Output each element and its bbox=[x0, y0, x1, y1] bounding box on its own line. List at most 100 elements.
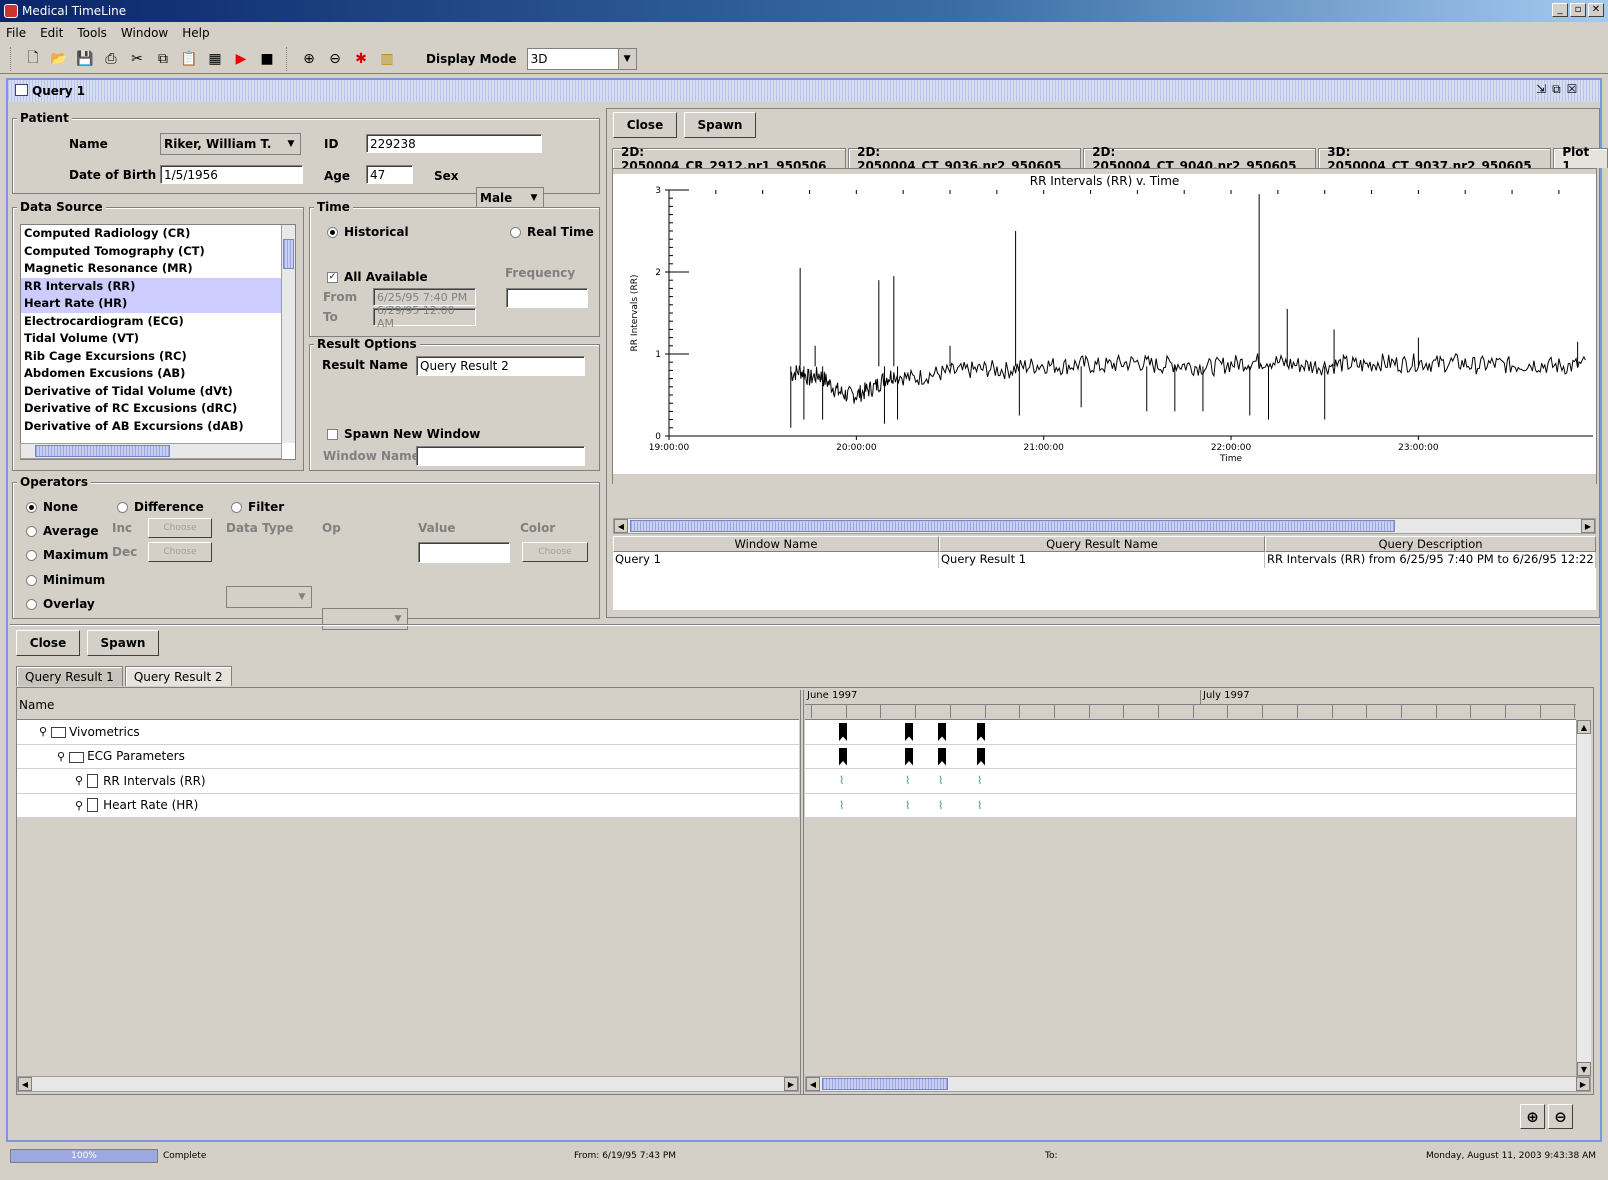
tree-hscrollbar[interactable]: ◀ ▶ bbox=[17, 1076, 799, 1092]
color-choose-button[interactable]: Choose bbox=[522, 542, 588, 562]
zoom-out-icon[interactable]: ⊖ bbox=[324, 48, 346, 70]
list-item[interactable]: Computed Tomography (CT) bbox=[21, 243, 295, 261]
close-window-button[interactable]: ✕ bbox=[1588, 3, 1604, 17]
menu-edit[interactable]: Edit bbox=[40, 26, 63, 40]
scroll-thumb[interactable] bbox=[822, 1078, 948, 1090]
bookmark-icon[interactable] bbox=[938, 723, 946, 741]
pin-icon[interactable]: ⚲ bbox=[57, 750, 65, 763]
chart-icon[interactable]: ▥ bbox=[376, 48, 398, 70]
stop-icon[interactable]: ■ bbox=[256, 48, 278, 70]
bookmark-icon[interactable] bbox=[905, 723, 913, 741]
restore-frame-icon[interactable]: ⧉ bbox=[1552, 82, 1561, 97]
list-item[interactable]: Rib Cage Excursions (RC) bbox=[21, 348, 295, 366]
data-source-hscrollbar[interactable] bbox=[20, 443, 282, 459]
list-item[interactable]: Electrocardiogram (ECG) bbox=[21, 313, 295, 331]
header-window-name[interactable]: Window Name bbox=[613, 536, 939, 552]
list-item[interactable]: Abdomen Excusions (AB) bbox=[21, 365, 295, 383]
maximum-radio[interactable]: Maximum bbox=[26, 548, 108, 562]
scroll-left-icon[interactable]: ◀ bbox=[806, 1077, 820, 1091]
timeline-vscrollbar[interactable]: ▲ ▼ bbox=[1576, 720, 1591, 1076]
scroll-thumb[interactable] bbox=[630, 520, 1395, 532]
close-frame-icon[interactable]: ☒ bbox=[1567, 82, 1578, 97]
signal-icon[interactable]: ⌇ bbox=[938, 773, 946, 789]
scroll-thumb[interactable] bbox=[283, 239, 294, 269]
age-field[interactable]: 47 bbox=[366, 165, 413, 184]
scroll-right-icon[interactable]: ▶ bbox=[1581, 519, 1595, 533]
calendar-icon[interactable]: ▦ bbox=[204, 48, 226, 70]
op-select[interactable]: ▼ bbox=[322, 608, 408, 630]
table-row[interactable]: Query 1 Query Result 1 RR Intervals (RR)… bbox=[613, 552, 1596, 568]
menu-help[interactable]: Help bbox=[182, 26, 209, 40]
patient-id-field[interactable]: 229238 bbox=[366, 134, 542, 153]
tab-view-3[interactable]: 2D: 2050004_CT_9040.nr2_950605 bbox=[1083, 145, 1317, 173]
scroll-down-icon[interactable]: ▼ bbox=[1577, 1062, 1591, 1076]
save-icon[interactable]: 💾 bbox=[74, 48, 96, 70]
list-item[interactable]: Derivative of RC Excusions (dRC) bbox=[21, 400, 295, 418]
scroll-thumb[interactable] bbox=[35, 445, 170, 457]
menu-window[interactable]: Window bbox=[121, 26, 168, 40]
tab-query-result-1[interactable]: Query Result 1 bbox=[16, 666, 123, 686]
result-name-field[interactable]: Query Result 2 bbox=[416, 356, 585, 376]
pin-icon[interactable]: ⚲ bbox=[75, 799, 83, 812]
average-radio[interactable]: Average bbox=[26, 524, 99, 538]
signal-icon[interactable]: ⌇ bbox=[977, 798, 985, 814]
bottom-close-button[interactable]: Close bbox=[16, 630, 80, 656]
window-name-field[interactable] bbox=[416, 446, 585, 466]
zoom-in-button[interactable]: ⊕ bbox=[1520, 1104, 1545, 1129]
tree-row-heart-rate[interactable]: ⚲ Heart Rate (HR) bbox=[17, 793, 799, 818]
list-item[interactable]: Derivative of AB Excursions (dAB) bbox=[21, 418, 295, 436]
tab-view-2[interactable]: 2D: 2050004_CT_9036.nr2_950605 bbox=[848, 145, 1082, 173]
signal-icon[interactable]: ⌇ bbox=[977, 773, 985, 789]
list-item[interactable]: Heart Rate (HR) bbox=[21, 295, 295, 313]
spawn-new-window-checkbox[interactable]: Spawn New Window bbox=[327, 427, 480, 441]
dec-choose-button[interactable]: Choose bbox=[148, 542, 212, 562]
signal-icon[interactable]: ⌇ bbox=[905, 798, 913, 814]
list-item[interactable]: Tidal Volume (VT) bbox=[21, 330, 295, 348]
minimum-radio[interactable]: Minimum bbox=[26, 573, 105, 587]
scroll-left-icon[interactable]: ◀ bbox=[614, 519, 628, 533]
bookmark-icon[interactable] bbox=[938, 747, 946, 766]
tab-query-result-2[interactable]: Query Result 2 bbox=[124, 666, 232, 686]
open-folder-icon[interactable]: 📂 bbox=[48, 48, 70, 70]
zoom-in-icon[interactable]: ⊕ bbox=[298, 48, 320, 70]
list-item[interactable]: Magnetic Resonance (MR) bbox=[21, 260, 295, 278]
to-field[interactable]: 6/29/95 12:00 AM bbox=[373, 304, 476, 330]
minimize-frame-icon[interactable]: ⇲ bbox=[1536, 82, 1546, 97]
bookmark-icon[interactable] bbox=[977, 723, 985, 741]
menu-tools[interactable]: Tools bbox=[77, 26, 107, 40]
tab-view-1[interactable]: 2D: 2050004_CR_2912.nr1_950506 bbox=[612, 145, 847, 173]
data-source-vscrollbar[interactable] bbox=[281, 225, 295, 443]
pin-icon[interactable]: ⚲ bbox=[75, 774, 83, 787]
menu-file[interactable]: File bbox=[6, 26, 26, 40]
copy-icon[interactable]: ⧉ bbox=[152, 48, 174, 70]
frequency-field[interactable] bbox=[506, 288, 588, 308]
display-mode-select[interactable]: 3D ▼ bbox=[526, 47, 637, 70]
split-divider[interactable] bbox=[800, 690, 804, 1094]
print-icon[interactable]: ⎙ bbox=[100, 48, 122, 70]
scroll-left-icon[interactable]: ◀ bbox=[18, 1077, 32, 1091]
play-icon[interactable]: ▶ bbox=[230, 48, 252, 70]
bookmark-icon[interactable] bbox=[839, 723, 847, 741]
settings-icon[interactable]: ✱ bbox=[350, 48, 372, 70]
data-source-list[interactable]: Computed Radiology (CR) Computed Tomograp… bbox=[20, 224, 296, 460]
real-time-radio[interactable]: Real Time bbox=[510, 225, 594, 239]
overlay-radio[interactable]: Overlay bbox=[26, 597, 95, 611]
sex-select[interactable]: Male ▼ bbox=[476, 187, 544, 209]
tab-view-4[interactable]: 3D: 2050004_CT_9037.nr2_950605 bbox=[1318, 145, 1552, 173]
header-query-description[interactable]: Query Description bbox=[1265, 536, 1596, 552]
difference-radio[interactable]: Difference bbox=[117, 500, 204, 514]
scroll-up-icon[interactable]: ▲ bbox=[1577, 720, 1591, 734]
maximize-button[interactable]: ▫ bbox=[1570, 3, 1586, 17]
tree-row-rr-intervals[interactable]: ⚲ RR Intervals (RR) bbox=[17, 769, 799, 794]
value-field[interactable] bbox=[418, 542, 510, 563]
minimize-button[interactable]: _ bbox=[1552, 3, 1568, 17]
timeline-hscrollbar[interactable]: ◀ ▶ bbox=[805, 1076, 1591, 1092]
timeline-row[interactable]: ⌇ ⌇ ⌇ ⌇ bbox=[805, 769, 1576, 794]
inc-choose-button[interactable]: Choose bbox=[148, 518, 212, 538]
bookmark-icon[interactable] bbox=[905, 747, 913, 766]
list-item[interactable]: RR Intervals (RR) bbox=[21, 277, 295, 295]
name-column-header[interactable]: Name bbox=[19, 698, 54, 712]
tree-row-vivometrics[interactable]: ⚲ Vivometrics bbox=[17, 720, 799, 745]
signal-icon[interactable]: ⌇ bbox=[938, 798, 946, 814]
bottom-spawn-button[interactable]: Spawn bbox=[87, 630, 159, 656]
